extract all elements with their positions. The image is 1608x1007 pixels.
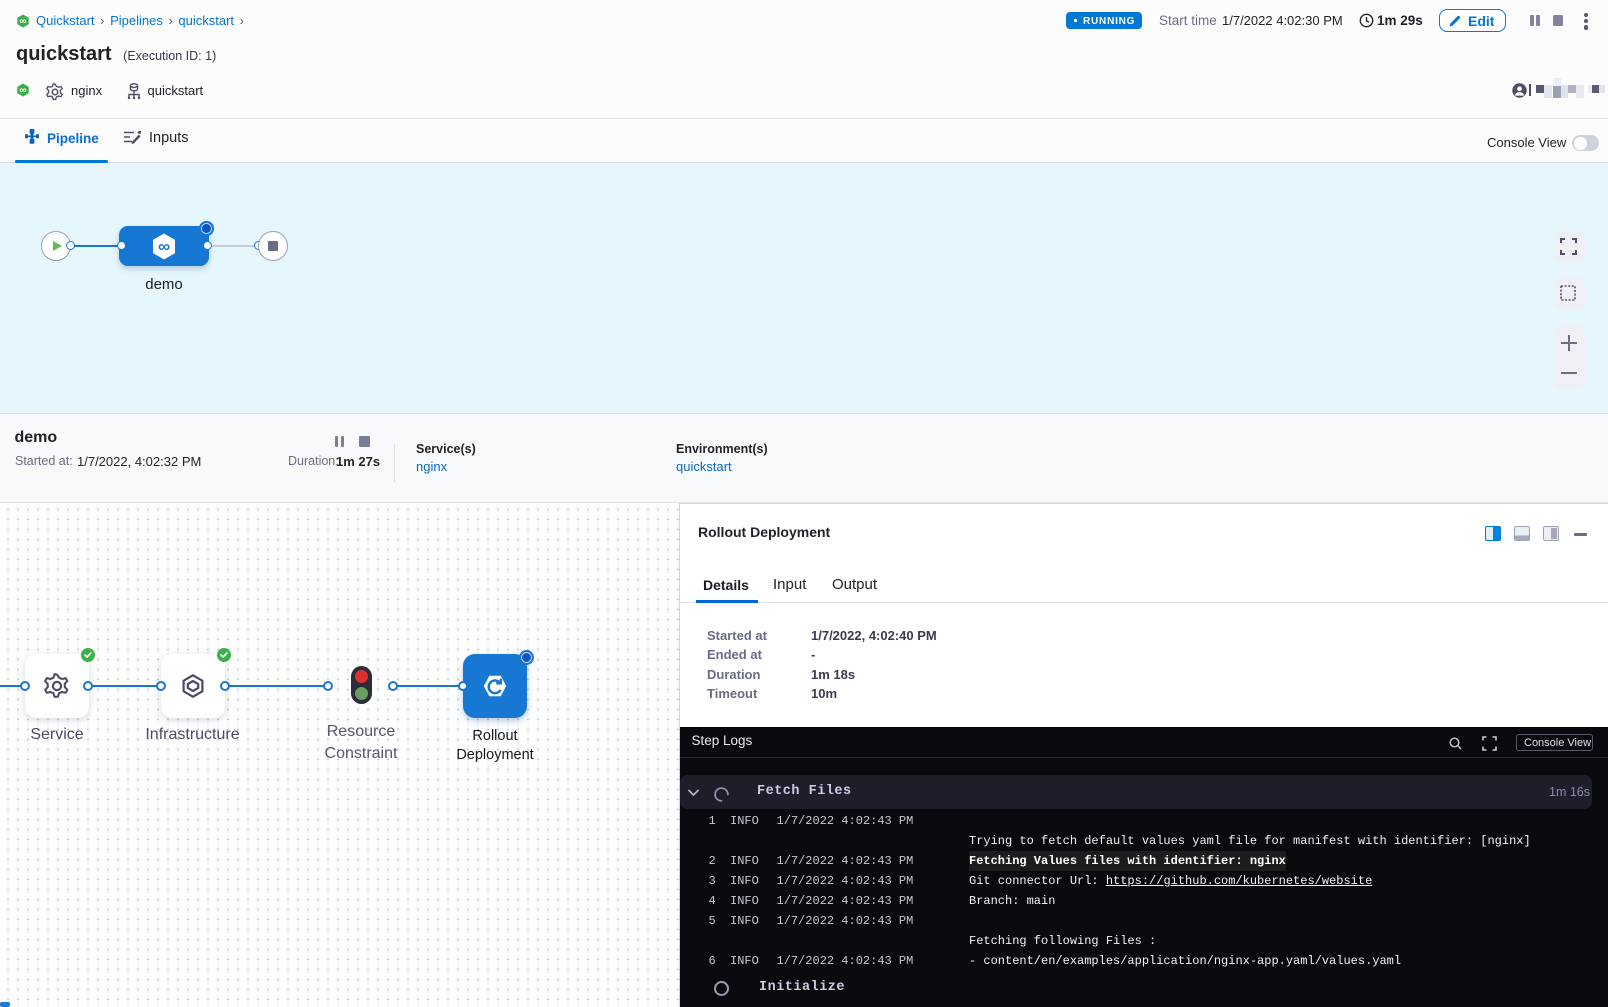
svg-text:∞: ∞ — [19, 16, 26, 27]
svg-text:∞: ∞ — [158, 237, 170, 256]
svg-text:∞: ∞ — [19, 85, 26, 96]
